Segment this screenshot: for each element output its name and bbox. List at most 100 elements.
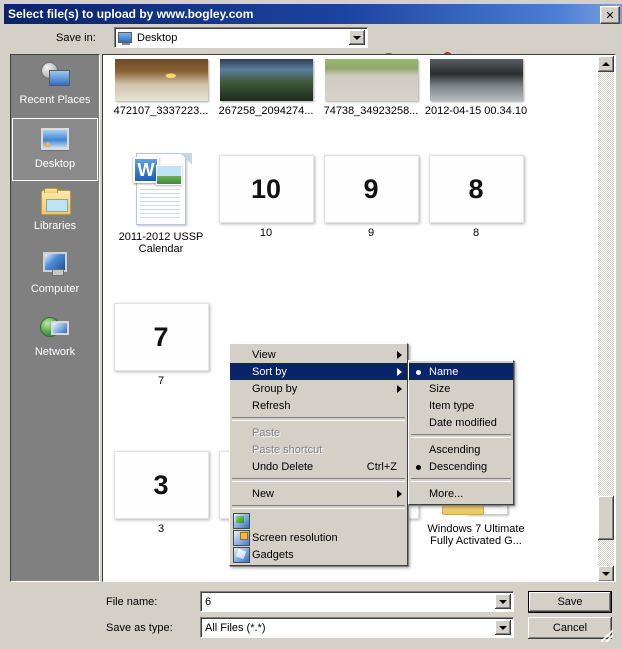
photo-thumbnail	[429, 59, 523, 101]
submenu-item-name[interactable]: Name	[409, 363, 513, 380]
desktop-icon	[39, 124, 71, 156]
save-in-combobox[interactable]: Desktop	[114, 27, 368, 48]
menu-separator	[232, 505, 405, 509]
cancel-button-label: Cancel	[552, 622, 588, 634]
menu-item-group-by[interactable]: Group by	[230, 380, 407, 397]
photo-thumbnail	[219, 59, 313, 101]
scroll-down-icon[interactable]	[598, 566, 614, 581]
chevron-right-icon	[397, 350, 402, 359]
list-item[interactable]: W 2011-2012 USSP Calendar	[109, 151, 213, 255]
menu-item-view[interactable]: View	[230, 346, 407, 363]
menu-item-label: Refresh	[252, 399, 291, 412]
scroll-up-icon[interactable]	[598, 56, 614, 72]
file-name-input[interactable]: 6	[200, 591, 514, 612]
submenu-item-ascending[interactable]: Ascending	[409, 441, 513, 458]
menu-separator	[411, 478, 511, 482]
chevron-right-icon	[397, 489, 402, 498]
number-tile: 7	[113, 303, 209, 371]
menu-separator	[232, 417, 405, 421]
list-item[interactable]: 74738_34923258...	[319, 59, 423, 117]
network-icon	[39, 312, 71, 344]
sidebar-item-network[interactable]: Network	[12, 307, 98, 370]
list-item[interactable]: 9 9	[319, 155, 423, 239]
recent-places-icon	[39, 60, 71, 92]
list-item[interactable]: 267258_2094274...	[214, 59, 318, 117]
cancel-button[interactable]: Cancel	[528, 617, 612, 639]
title-bar[interactable]: Select file(s) to upload by www.bogley.c…	[4, 4, 622, 24]
submenu-item-descending[interactable]: Descending	[409, 458, 513, 475]
gadgets-icon	[233, 529, 250, 546]
menu-item-paste: Paste	[230, 424, 407, 441]
save-as-type-label: Save as type:	[106, 622, 173, 634]
submenu-item-label: Name	[429, 365, 459, 378]
menu-item-label: View	[252, 348, 276, 361]
menu-item-accelerator: Ctrl+Z	[366, 460, 397, 473]
sidebar-item-desktop[interactable]: Desktop	[12, 118, 98, 181]
save-button[interactable]: Save	[528, 591, 612, 613]
screen-resolution-icon	[233, 512, 250, 529]
sort-by-submenu[interactable]: Name Size Item type Date modified Ascend…	[408, 360, 514, 505]
sidebar-item-label: Desktop	[34, 158, 76, 170]
submenu-item-label: Date modified	[429, 416, 497, 429]
menu-item-undo-delete[interactable]: Undo Delete Ctrl+Z	[230, 458, 407, 475]
file-label: 7	[157, 375, 165, 387]
submenu-item-date-modified[interactable]: Date modified	[409, 414, 513, 431]
menu-item-label: Paste shortcut	[252, 443, 323, 456]
file-name-label: File name:	[106, 596, 158, 608]
scrollbar-thumb[interactable]	[598, 496, 614, 540]
menu-item-sort-by[interactable]: Sort by	[230, 363, 407, 380]
chevron-down-icon[interactable]	[495, 620, 511, 635]
file-label: 9	[367, 227, 375, 239]
number-tile: 8	[428, 155, 524, 223]
places-bar: Recent Places Desktop Libraries Computer…	[10, 54, 100, 582]
chevron-down-icon[interactable]	[349, 30, 365, 45]
sidebar-item-computer[interactable]: Computer	[12, 244, 98, 307]
menu-item-personalize[interactable]: Gadgets	[230, 546, 407, 563]
menu-item-label: Sort by	[252, 365, 287, 378]
save-as-type-combobox[interactable]: All Files (*.*)	[200, 617, 514, 638]
menu-item-label: Undo Delete	[252, 460, 314, 473]
toolbar: Save in: Desktop	[4, 24, 622, 70]
file-label: 2012-04-15 00.34.10	[424, 105, 528, 117]
submenu-item-size[interactable]: Size	[409, 380, 513, 397]
save-as-type-value: All Files (*.*)	[205, 621, 266, 634]
photo-thumbnail	[114, 59, 208, 101]
submenu-item-label: Descending	[429, 460, 488, 473]
submenu-item-item-type[interactable]: Item type	[409, 397, 513, 414]
save-button-label: Save	[557, 596, 583, 608]
menu-item-label: Paste	[252, 426, 281, 439]
file-label: 74738_34923258...	[323, 105, 419, 117]
radio-selected-icon	[416, 370, 421, 375]
desktop-icon	[117, 31, 133, 45]
list-item[interactable]: 7 7	[109, 303, 213, 387]
menu-item-label: New	[252, 487, 275, 500]
sidebar-item-label: Recent Places	[19, 94, 91, 106]
chevron-right-icon	[397, 384, 402, 393]
submenu-item-label: More...	[429, 487, 464, 500]
word-document-icon: W	[130, 151, 192, 227]
file-label: 472107_3337223...	[113, 105, 209, 117]
list-item[interactable]: 8 8	[424, 155, 528, 239]
menu-item-screen-resolution[interactable]	[230, 512, 407, 529]
close-icon[interactable]: ✕	[600, 6, 620, 24]
context-menu[interactable]: View Sort by Group by Refresh Paste Past…	[229, 343, 408, 566]
list-item[interactable]: 3 3	[109, 451, 213, 535]
list-item[interactable]: 2012-04-15 00.34.10	[424, 59, 528, 117]
sidebar-item-libraries[interactable]: Libraries	[12, 181, 98, 244]
menu-item-label: Gadgets	[252, 548, 294, 561]
file-label: 8	[472, 227, 480, 239]
submenu-item-label: Ascending	[429, 443, 481, 456]
submenu-item-more[interactable]: More...	[409, 485, 513, 502]
menu-item-new[interactable]: New	[230, 485, 407, 502]
menu-item-refresh[interactable]: Refresh	[230, 397, 407, 414]
menu-item-paste-shortcut: Paste shortcut	[230, 441, 407, 458]
resize-grip[interactable]	[601, 630, 613, 642]
chevron-down-icon[interactable]	[495, 594, 511, 609]
file-upload-dialog: Select file(s) to upload by www.bogley.c…	[0, 0, 622, 649]
menu-separator	[411, 434, 511, 438]
sidebar-item-recent-places[interactable]: Recent Places	[12, 55, 98, 118]
menu-item-gadgets[interactable]: Screen resolution	[230, 529, 407, 546]
vertical-scrollbar[interactable]	[598, 56, 614, 581]
list-item[interactable]: 10 10	[214, 155, 318, 239]
list-item[interactable]: 472107_3337223...	[109, 59, 213, 117]
